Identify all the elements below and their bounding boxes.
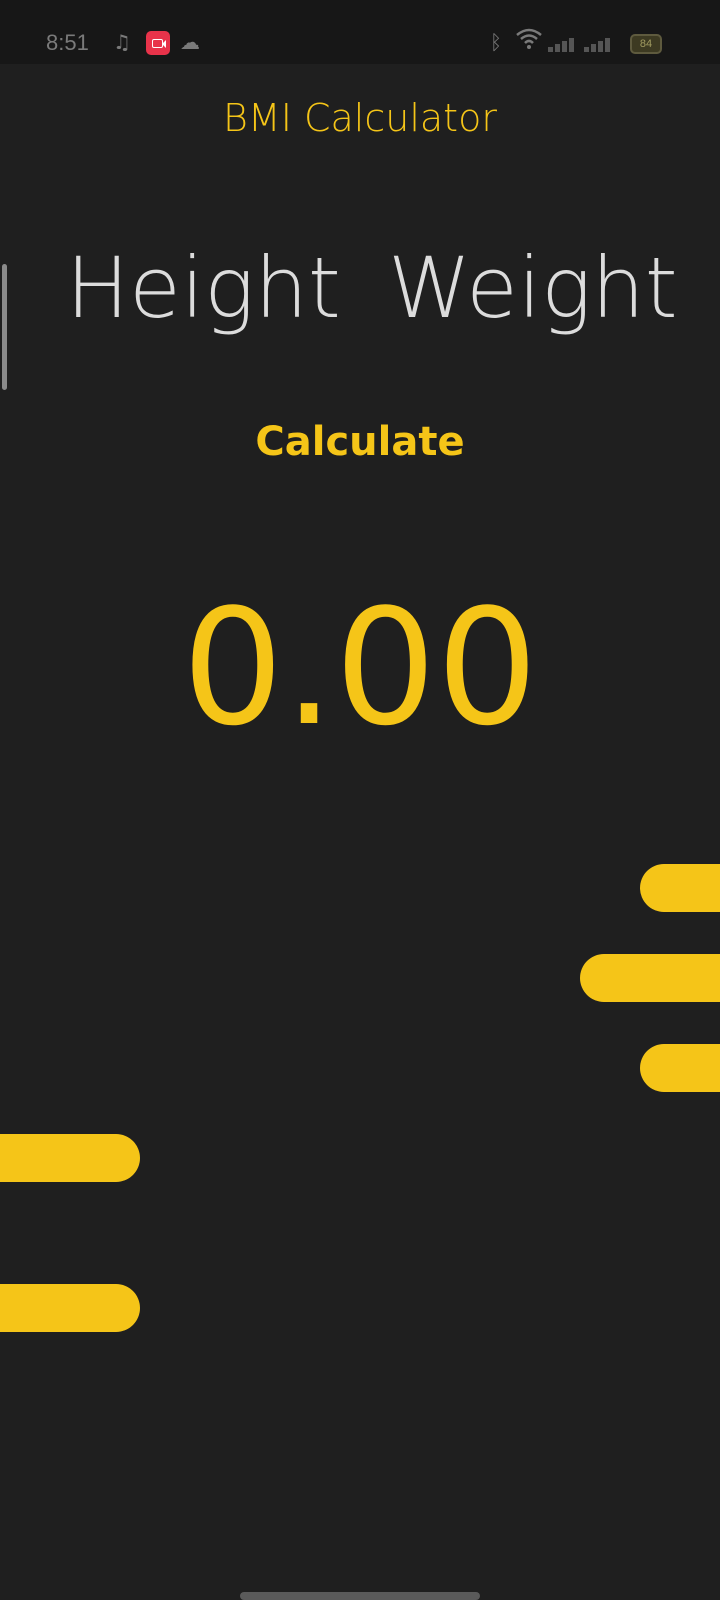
decorative-bar xyxy=(0,1134,140,1182)
height-picker[interactable]: Height xyxy=(66,238,341,338)
decorative-bar xyxy=(640,1044,720,1092)
cloud-icon: ☁ xyxy=(180,30,200,54)
bluetooth-icon: ᛒ xyxy=(490,30,502,54)
app-screen: 8:51 ♫ ☁ ᛒ 84 BMI Calculator Height Weig… xyxy=(0,0,720,1600)
decorative-bar xyxy=(640,864,720,912)
signal-icon xyxy=(548,32,620,52)
decorative-bar xyxy=(580,954,720,1002)
status-time: 8:51 xyxy=(46,30,89,55)
calculate-button[interactable]: Calculate xyxy=(230,408,490,474)
status-bar: 8:51 ♫ ☁ ᛒ 84 xyxy=(0,0,720,64)
bmi-result: 0.00 xyxy=(181,574,539,761)
decorative-bar xyxy=(0,1284,140,1332)
music-note-icon: ♫ xyxy=(113,30,131,54)
scroll-indicator[interactable] xyxy=(2,264,7,390)
weight-picker[interactable]: Weight xyxy=(388,238,678,338)
screen-record-icon xyxy=(146,31,170,55)
app-title: BMI Calculator xyxy=(223,96,497,140)
home-indicator[interactable] xyxy=(240,1592,480,1600)
battery-icon: 84 xyxy=(630,34,662,54)
wifi-icon xyxy=(516,28,542,55)
